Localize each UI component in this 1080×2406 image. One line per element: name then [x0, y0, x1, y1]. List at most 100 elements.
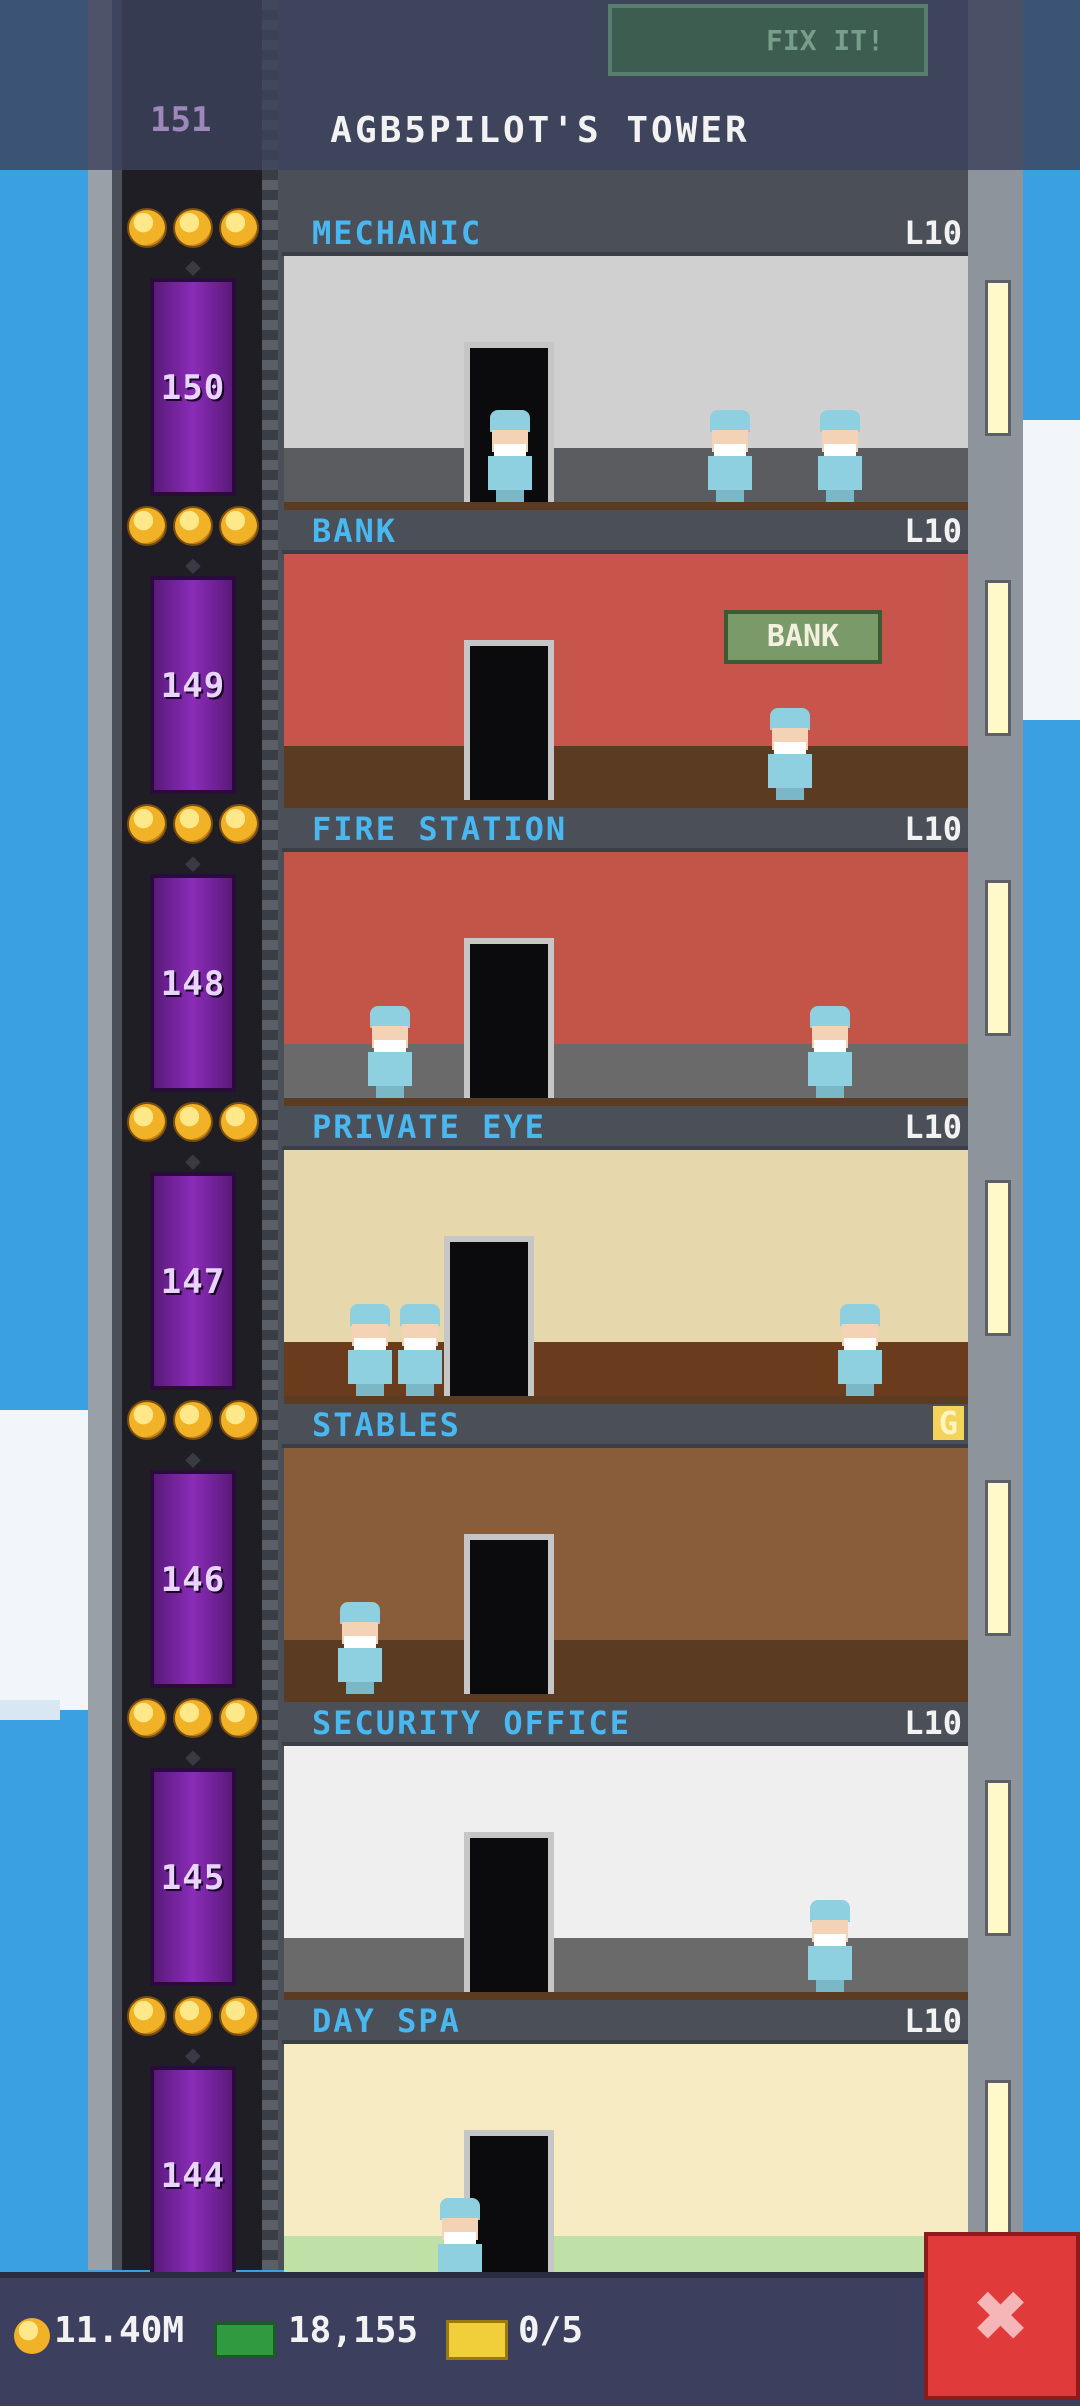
floor-name: DAY SPA	[312, 2002, 461, 2040]
star-icon	[173, 804, 213, 844]
worker-sprite[interactable]	[344, 1304, 396, 1396]
cloud	[1020, 420, 1080, 720]
room-interior[interactable]	[284, 1150, 968, 1404]
tower-window	[985, 880, 1011, 1036]
room-door	[464, 1534, 554, 1694]
floor-label-bar: MECHANIC L10	[282, 212, 968, 256]
room-interior[interactable]: BANK	[284, 554, 968, 808]
close-icon: ✖	[974, 2262, 1030, 2369]
floor-number: 149	[160, 666, 226, 706]
coins-value: 11.40M	[54, 2310, 185, 2351]
floor-level: L10	[904, 1704, 962, 1742]
star-rating	[122, 1400, 264, 1440]
room-interior[interactable]	[284, 852, 968, 1106]
coin-level-badge: G	[932, 1406, 964, 1440]
elevator-indicator-icon: ◆	[185, 550, 201, 580]
star-rating	[122, 1996, 264, 2036]
floor-label-bar: PRIVATE EYE L10	[282, 1106, 968, 1150]
floor-level: L10	[904, 1108, 962, 1146]
elevator-indicator-icon: ◆	[185, 252, 201, 282]
floor-fire-station[interactable]: ◆ 148 FIRE STATION L10	[122, 804, 968, 1106]
coin-icon	[14, 2318, 50, 2354]
star-icon	[127, 1102, 167, 1142]
tower-window	[985, 1480, 1011, 1636]
floor-private-eye[interactable]: ◆ 147 PRIVATE EYE L10	[122, 1102, 968, 1404]
star-icon	[173, 1996, 213, 2036]
room-interior[interactable]	[284, 1448, 968, 1702]
worker-sprite[interactable]	[484, 410, 536, 502]
star-icon	[173, 1698, 213, 1738]
floor-level: L10	[904, 810, 962, 848]
floor-mechanic[interactable]: ◆ 150 MECHANIC L10	[122, 208, 968, 510]
elevator-indicator-icon: ◆	[185, 1146, 201, 1176]
star-rating	[122, 208, 264, 248]
star-rating	[122, 804, 264, 844]
floor-level: L10	[904, 2002, 962, 2040]
floor-security-office[interactable]: ◆ 145 SECURITY OFFICE L10	[122, 1698, 968, 2000]
header: FIX IT! 151 AGB5PILOT'S TOWER	[0, 0, 1080, 170]
floor-name: BANK	[312, 512, 398, 550]
star-icon	[219, 506, 259, 546]
worker-sprite[interactable]	[334, 1602, 386, 1694]
star-icon	[219, 1698, 259, 1738]
tower-title: AGB5PILOT'S TOWER	[330, 110, 750, 151]
bottom-hud: 11.40M 18,155 0/5	[0, 2272, 1080, 2406]
elevator-indicator-icon: ◆	[185, 1444, 201, 1474]
tower-window	[985, 1780, 1011, 1936]
floor-number: 145	[160, 1858, 226, 1898]
star-rating	[122, 1698, 264, 1738]
room-door	[464, 1832, 554, 1992]
floor-name: PRIVATE EYE	[312, 1108, 546, 1146]
star-icon	[173, 1400, 213, 1440]
floor-name: MECHANIC	[312, 214, 483, 252]
cash-value: 18,155	[288, 2310, 419, 2351]
close-button[interactable]: ✖	[924, 2232, 1080, 2400]
floor-bank[interactable]: ◆ 149 BANK L10 BANK	[122, 506, 968, 808]
floor-day-spa[interactable]: ◆ 144 DAY SPA L10	[122, 1996, 968, 2298]
star-icon	[219, 1400, 259, 1440]
floor-number: 147	[160, 1262, 226, 1302]
star-icon	[219, 1996, 259, 2036]
ticket-icon	[446, 2320, 508, 2360]
star-icon	[219, 1102, 259, 1142]
worker-sprite[interactable]	[704, 410, 756, 502]
floor-number: 144	[160, 2156, 226, 2196]
cloud	[0, 1700, 60, 1720]
star-icon	[127, 208, 167, 248]
room-interior[interactable]	[284, 2044, 968, 2298]
star-icon	[127, 1698, 167, 1738]
room-interior[interactable]	[284, 1746, 968, 2000]
cloud	[0, 1410, 88, 1710]
worker-sprite[interactable]	[394, 1304, 446, 1396]
floor-name: FIRE STATION	[312, 810, 568, 848]
star-icon	[219, 208, 259, 248]
floor-stables[interactable]: ◆ 146 STABLES G	[122, 1400, 968, 1702]
floor-name: STABLES	[312, 1406, 461, 1444]
tower-window	[985, 1180, 1011, 1336]
worker-sprite[interactable]	[804, 1006, 856, 1098]
star-icon	[219, 804, 259, 844]
worker-sprite[interactable]	[764, 708, 816, 800]
star-rating	[122, 1102, 264, 1142]
worker-sprite[interactable]	[834, 1304, 886, 1396]
elevator-indicator-icon: ◆	[185, 2040, 201, 2070]
room-door	[464, 640, 554, 800]
worker-sprite[interactable]	[804, 1900, 856, 1992]
floor-name: SECURITY OFFICE	[312, 1704, 631, 1742]
room-interior[interactable]	[284, 256, 968, 510]
tower-left-wall	[88, 0, 114, 2270]
elevator-indicator-icon: ◆	[185, 1742, 201, 1772]
tower-window	[985, 280, 1011, 436]
worker-sprite[interactable]	[364, 1006, 416, 1098]
floor-level: L10	[904, 214, 962, 252]
tower-window	[985, 2080, 1011, 2236]
floor-label-bar: DAY SPA L10	[282, 2000, 968, 2044]
worker-sprite[interactable]	[814, 410, 866, 502]
floor-label-bar: BANK L10	[282, 510, 968, 554]
fix-it-button[interactable]: FIX IT!	[608, 4, 928, 76]
bank-sign: BANK	[724, 610, 882, 664]
floor-label-bar: FIRE STATION L10	[282, 808, 968, 852]
room-door	[464, 938, 554, 1098]
star-icon	[127, 1400, 167, 1440]
star-rating	[122, 506, 264, 546]
